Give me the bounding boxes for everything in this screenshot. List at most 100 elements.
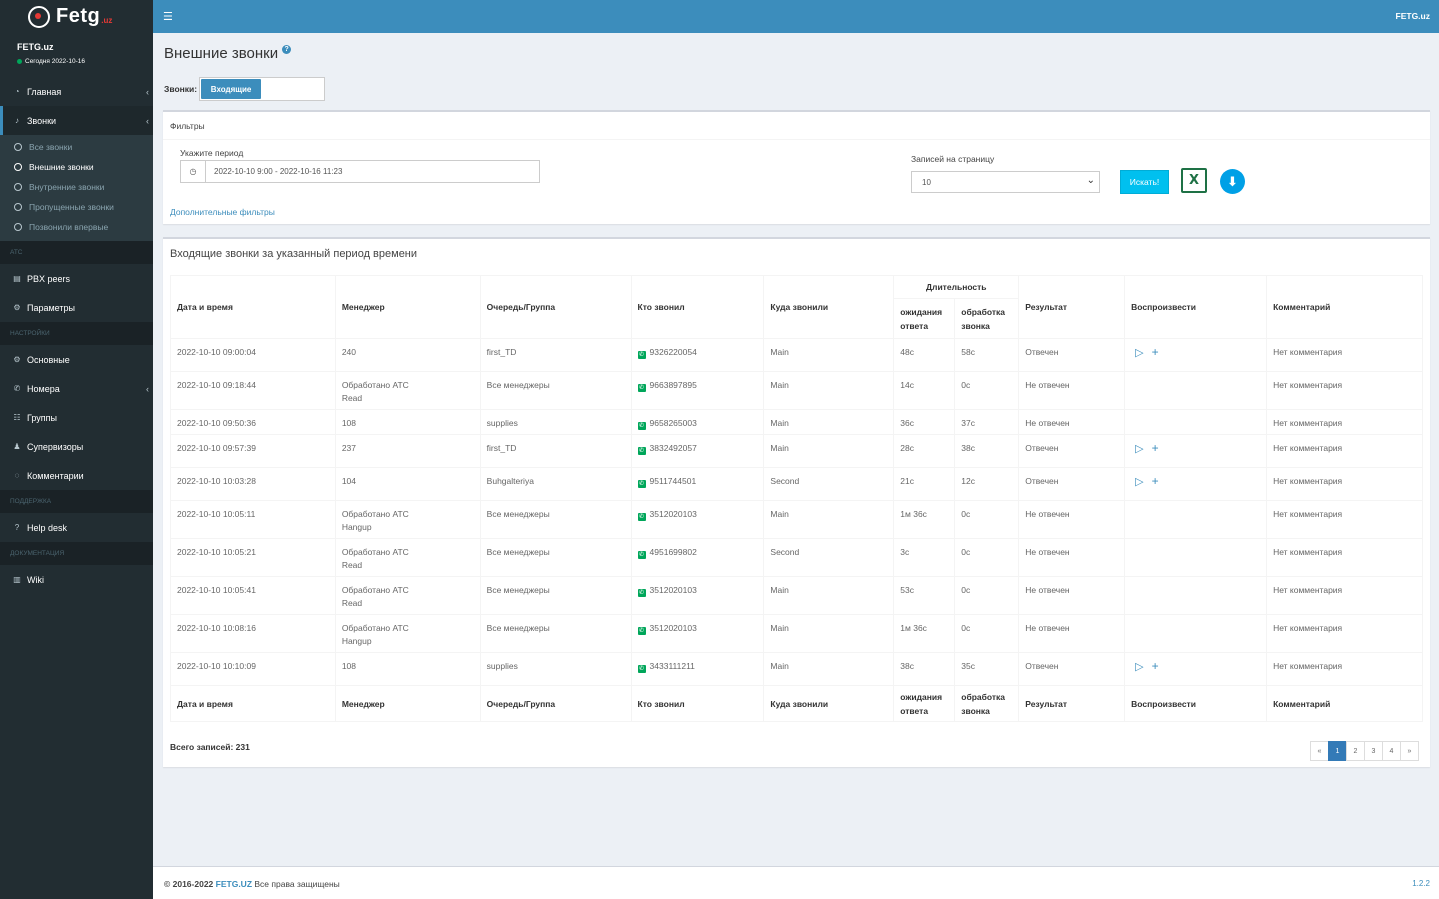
sidebar-subitem-internal-calls[interactable]: Внутренние звонки	[0, 177, 153, 197]
cell-comment: Нет комментария	[1266, 538, 1423, 577]
incoming-toggle[interactable]: Входящие	[199, 77, 326, 101]
phone-icon: ✆	[637, 384, 646, 392]
total-records: Всего записей: 231	[170, 742, 250, 752]
sidebar-item-numbers[interactable]: ✆ Номера ‹	[0, 374, 153, 403]
sidebar-item-supervisors[interactable]: ♟ Супервизоры	[0, 432, 153, 461]
caller-number[interactable]: 3433111211	[650, 661, 695, 671]
caller-number[interactable]: 9658265003	[650, 418, 697, 428]
manager-name: Обработано АТС	[341, 509, 409, 519]
header-processing[interactable]: обработка звонка	[954, 298, 1020, 339]
page-next[interactable]: »	[1400, 741, 1419, 761]
header-destination[interactable]: Куда звонили	[763, 275, 895, 339]
caller-number[interactable]: 4951699802	[650, 547, 697, 557]
cell-destination: Main	[763, 614, 895, 653]
period-field[interactable]: ◷ 2022-10-10 9:00 - 2022-10-16 11:23	[180, 160, 540, 183]
cell-destination: Second	[763, 467, 895, 501]
copyright-years: © 2016-2022	[164, 879, 214, 889]
sidebar-item-comments[interactable]: ◌ Комментарии	[0, 461, 153, 490]
cell-comment: Нет комментария	[1266, 409, 1423, 435]
header-datetime[interactable]: Дата и время	[170, 275, 336, 339]
cell-caller: ✆ 9663897895	[630, 371, 765, 410]
download-icon[interactable]: ⬇	[1220, 169, 1245, 194]
sidebar-item-groups[interactable]: ☷ Группы	[0, 403, 153, 432]
cell-destination: Main	[763, 652, 895, 686]
search-button[interactable]: Искать!	[1120, 170, 1169, 194]
book-icon: ▥	[13, 575, 21, 584]
cell-comment: Нет комментария	[1266, 371, 1423, 410]
sidebar-subitem-external-calls[interactable]: Внешние звонки	[0, 157, 153, 177]
cell-queue: Все менеджеры	[479, 371, 632, 410]
manager-name: Обработано АТС	[341, 623, 409, 633]
sidebar-item-wiki[interactable]: ▥ Wiki	[0, 565, 153, 594]
cell-manager: 104	[334, 467, 481, 501]
cell-datetime: 2022-10-10 10:05:11	[170, 500, 336, 539]
sidebar-item-params[interactable]: ⚙ Параметры	[0, 293, 153, 322]
cell-processing: 0с	[954, 500, 1020, 539]
caller-number[interactable]: 9326220054	[650, 347, 697, 357]
plus-icon[interactable]: +	[1152, 659, 1159, 673]
footer-brand-link[interactable]: FETG.UZ	[216, 879, 252, 889]
top-brand-link[interactable]: FETG.uz	[1396, 11, 1430, 21]
cell-play	[1124, 409, 1268, 435]
caller-number[interactable]: 3832492057	[650, 443, 697, 453]
menu-toggle-icon[interactable]: ☰	[163, 10, 173, 23]
table-row: 2022-10-10 09:50:36 108 supplies ✆ 965826500…	[170, 409, 1423, 435]
cell-comment: Нет комментария	[1266, 652, 1423, 686]
cell-destination: Main	[763, 338, 895, 372]
sidebar-subitem-first-calls[interactable]: Позвонили впервые	[0, 217, 153, 237]
table-row: 2022-10-10 10:05:41 Обработано АТС Read Все…	[170, 576, 1423, 615]
play-icon[interactable]: ▷	[1135, 476, 1143, 488]
plus-icon[interactable]: +	[1152, 345, 1159, 359]
play-icon[interactable]: ▷	[1135, 661, 1143, 673]
sidebar-item-helpdesk[interactable]: ? Help desk	[0, 513, 153, 542]
caller-number[interactable]: 9511744501	[650, 476, 697, 486]
cell-processing: 38с	[954, 434, 1020, 468]
manager-name: 108	[341, 661, 356, 671]
phone-icon: ✆	[637, 551, 646, 559]
play-icon[interactable]: ▷	[1135, 347, 1143, 359]
header-caller[interactable]: Кто звонил	[630, 275, 765, 339]
caller-number[interactable]: 3512020103	[650, 585, 697, 595]
page-2[interactable]: 2	[1346, 741, 1365, 761]
user-name: FETG.uz	[17, 42, 54, 52]
cell-queue: Buhgalteriya	[479, 467, 632, 501]
sidebar-item-pbx-peers[interactable]: ▤ PBX peers	[0, 264, 153, 293]
phone-icon: ✆	[637, 627, 646, 635]
page-3[interactable]: 3	[1364, 741, 1383, 761]
footer-comment: Комментарий	[1266, 685, 1423, 722]
header-queue[interactable]: Очередь/Группа	[479, 275, 632, 339]
plus-icon[interactable]: +	[1152, 474, 1159, 488]
excel-export-icon[interactable]: X	[1181, 168, 1207, 193]
calls-submenu: Все звонки Внешние звонки Внутренние зво…	[0, 135, 153, 241]
phone-icon: ✆	[637, 513, 646, 521]
caller-number[interactable]: 9663897895	[650, 380, 697, 390]
manager-detail: Read	[341, 393, 363, 403]
sidebar-item-basic[interactable]: ⚙ Основные	[0, 345, 153, 374]
caller-number[interactable]: 3512020103	[650, 509, 697, 519]
cell-wait: 3с	[893, 538, 956, 577]
server-icon: ▤	[13, 274, 21, 283]
page-4[interactable]: 4	[1382, 741, 1401, 761]
cell-play	[1124, 538, 1268, 577]
per-page-select[interactable]: 10 ⌄	[911, 171, 1100, 193]
main-content: Внешние звонки ? Звонки: Входящие Фильтр…	[153, 33, 1439, 866]
sidebar-item-calls[interactable]: ♪ Звонки ‹	[0, 106, 153, 135]
page-prev[interactable]: «	[1310, 741, 1329, 761]
caller-number[interactable]: 3512020103	[650, 623, 697, 633]
extra-filters-link[interactable]: Дополнительные фильтры	[170, 207, 275, 217]
sidebar-subitem-all-calls[interactable]: Все звонки	[0, 137, 153, 157]
table-row: 2022-10-10 09:18:44 Обработано АТС Read Все…	[170, 371, 1423, 410]
help-icon[interactable]: ?	[282, 45, 292, 54]
filters-panel: Фильтры Укажите период ◷ 2022-10-10 9:00…	[163, 110, 1430, 224]
cell-caller: ✆ 4951699802	[630, 538, 765, 577]
sidebar-item-main[interactable]: ◔ Главная ‹	[0, 77, 153, 106]
page-1[interactable]: 1	[1328, 741, 1347, 761]
play-icon[interactable]: ▷	[1135, 443, 1143, 455]
header-manager[interactable]: Менеджер	[334, 275, 481, 339]
cell-caller: ✆ 3512020103	[630, 500, 765, 539]
plus-icon[interactable]: +	[1152, 441, 1159, 455]
header-wait[interactable]: ожидания ответа	[893, 298, 956, 339]
header-result[interactable]: Результат	[1018, 275, 1126, 339]
sidebar-subitem-missed-calls[interactable]: Пропущенные звонки	[0, 197, 153, 217]
logo[interactable]: Fetg .uz	[0, 0, 153, 33]
